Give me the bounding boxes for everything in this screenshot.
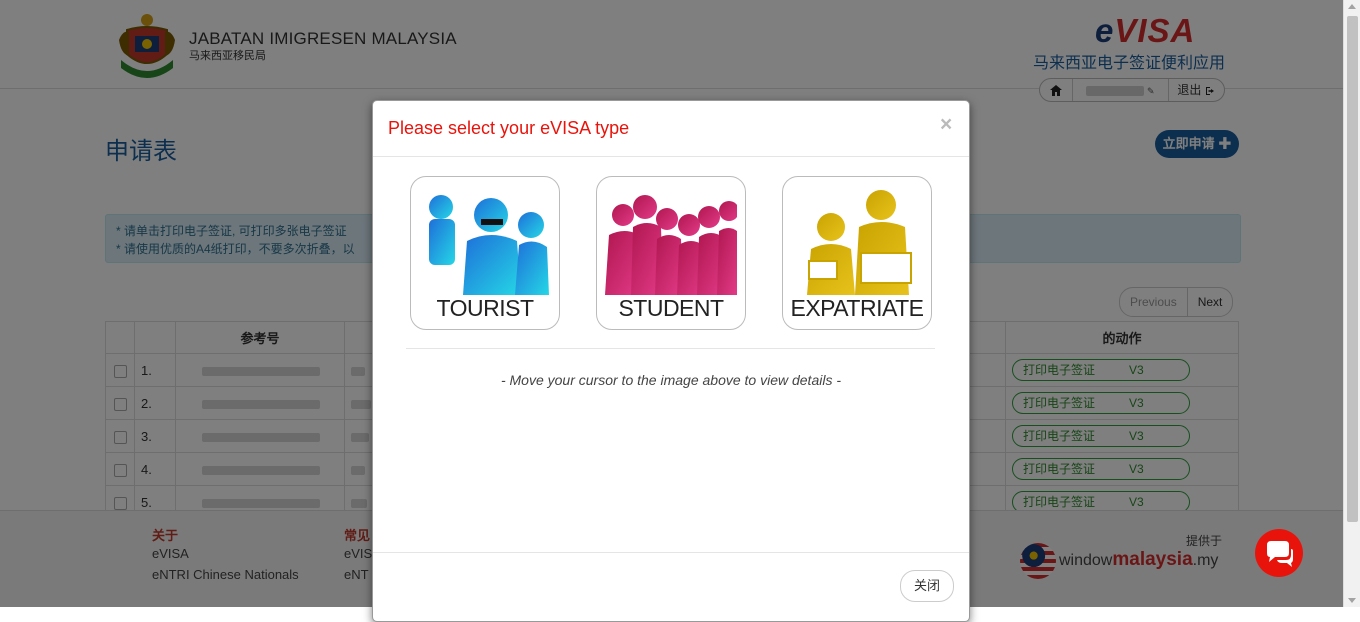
chat-button[interactable] — [1255, 529, 1303, 577]
scroll-thumb[interactable] — [1347, 16, 1358, 522]
expatriate-label: EXPATRIATE — [790, 295, 924, 321]
student-option[interactable]: STUDENT — [596, 176, 746, 330]
modal-close-icon[interactable]: × — [940, 113, 952, 137]
modal-hint: - Move your cursor to the image above to… — [500, 372, 842, 388]
student-illustration — [605, 195, 737, 295]
modal-divider — [406, 348, 935, 349]
scroll-down-arrow-icon[interactable] — [1348, 598, 1356, 603]
page-scrollbar[interactable] — [1343, 0, 1360, 607]
scroll-up-arrow-icon[interactable] — [1348, 4, 1356, 9]
expatriate-option[interactable]: EXPATRIATE — [782, 176, 932, 330]
tourist-label: TOURIST — [436, 295, 534, 321]
modal-close-button[interactable]: 关闭 — [900, 570, 954, 602]
modal-title: Please select your eVISA type — [388, 118, 630, 138]
student-label: STUDENT — [618, 295, 724, 321]
tourist-option[interactable]: TOURIST — [410, 176, 560, 330]
modal-header: Please select your eVISA type × — [373, 101, 969, 157]
chat-bubbles-icon — [1267, 541, 1293, 567]
expatriate-illustration — [807, 190, 912, 295]
evisa-type-modal: Please select your eVISA type × TOURIST — [372, 100, 970, 622]
tourist-illustration — [429, 195, 549, 295]
modal-footer: 关闭 — [373, 552, 969, 622]
